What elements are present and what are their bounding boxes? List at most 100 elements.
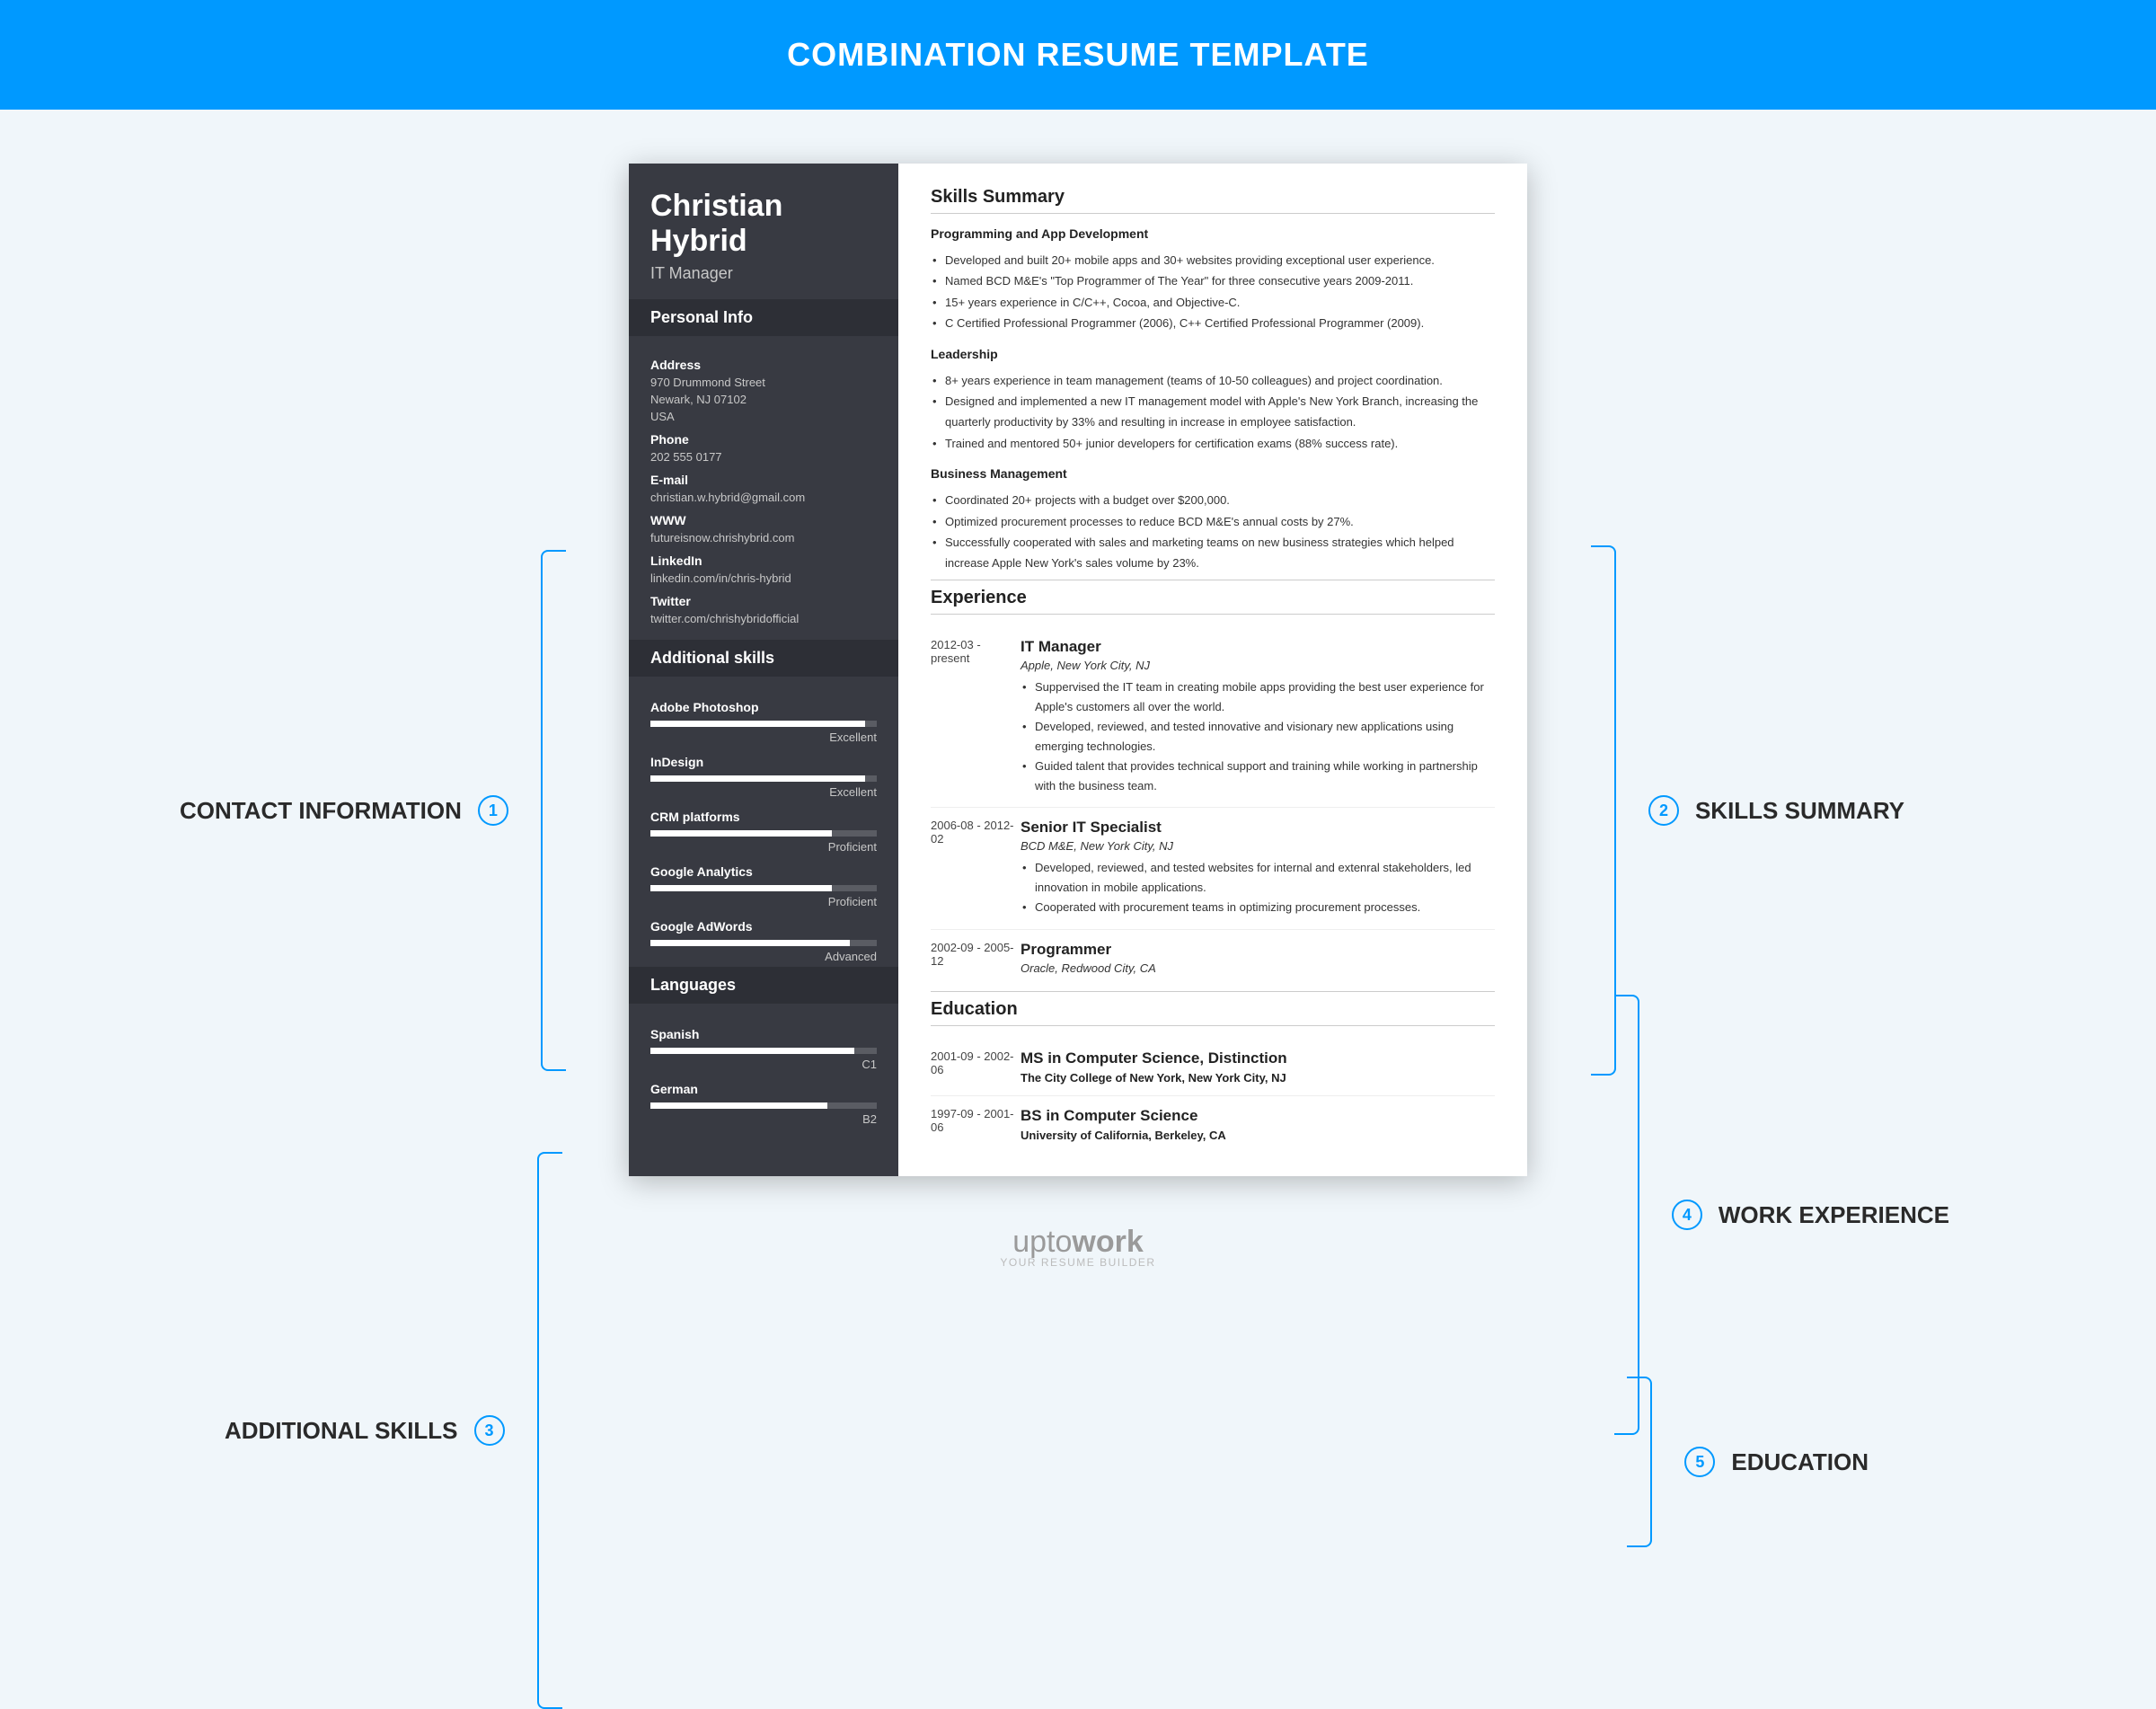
education-body: MS in Computer Science, Distinction The …	[1021, 1049, 1495, 1085]
address-label: Address	[650, 358, 877, 372]
education-heading: Education	[931, 991, 1495, 1026]
summary-bullet: Named BCD M&E's "Top Programmer of The Y…	[931, 270, 1495, 291]
experience-date: 2002-09 - 2005-12	[931, 941, 1021, 975]
annotation-education: EDUCATION 5	[1627, 1377, 1869, 1547]
skill-name: Google Analytics	[650, 864, 877, 879]
skill-row: Google AdWords Advanced	[650, 919, 877, 963]
skill-row: InDesign Excellent	[650, 755, 877, 799]
annotation-skillsum-label: SKILLS SUMMARY	[1695, 797, 1904, 825]
summary-group-title: Programming and App Development	[931, 226, 1495, 241]
summary-group-title: Business Management	[931, 466, 1495, 481]
education-row: 1997-09 - 2001-06 BS in Computer Science…	[931, 1096, 1495, 1153]
education-body: BS in Computer Science University of Cal…	[1021, 1107, 1495, 1142]
candidate-name: Christian Hybrid	[629, 164, 898, 264]
address-line1: 970 Drummond Street	[650, 376, 877, 389]
skill-row: Google Analytics Proficient	[650, 864, 877, 908]
twitter-value: twitter.com/chrishybridofficial	[650, 612, 877, 625]
address-line2: Newark, NJ 07102	[650, 393, 877, 406]
bracket-icon	[541, 550, 566, 1071]
skill-name: InDesign	[650, 755, 877, 769]
experience-company: Apple, New York City, NJ	[1021, 659, 1495, 672]
experience-bullets: Developed, reviewed, and tested websites…	[1021, 858, 1495, 917]
language-row: German B2	[650, 1082, 877, 1126]
experience-row: 2012-03 - present IT Manager Apple, New …	[931, 627, 1495, 809]
summary-bullet: Successfully cooperated with sales and m…	[931, 532, 1495, 574]
annotation-workexp-label: WORK EXPERIENCE	[1719, 1201, 1949, 1229]
skills-summary-block: Programming and App Development Developed…	[931, 226, 1495, 574]
www-label: WWW	[650, 513, 877, 527]
skill-level: Proficient	[650, 840, 877, 854]
experience-bullet: Suppervised the IT team in creating mobi…	[1021, 677, 1495, 717]
annotation-badge-1: 1	[478, 795, 508, 826]
personal-info-block: Address 970 Drummond Street Newark, NJ 0…	[629, 336, 898, 640]
experience-body: Programmer Oracle, Redwood City, CA	[1021, 941, 1495, 975]
footer-brand-part2: work	[1072, 1225, 1143, 1259]
resume-content: Skills Summary Programming and App Devel…	[898, 164, 1527, 1176]
linkedin-label: LinkedIn	[650, 553, 877, 568]
www-value: futureisnow.chrishybrid.com	[650, 531, 877, 545]
education-block: 2001-09 - 2002-06 MS in Computer Science…	[931, 1039, 1495, 1153]
page-header: COMBINATION RESUME TEMPLATE	[0, 0, 2156, 110]
language-bar	[650, 1102, 877, 1109]
additional-skills-heading: Additional skills	[629, 640, 898, 677]
summary-bullets: Developed and built 20+ mobile apps and …	[931, 250, 1495, 334]
experience-bullet: Cooperated with procurement teams in opt…	[1021, 898, 1495, 917]
bracket-icon	[1627, 1377, 1652, 1547]
twitter-label: Twitter	[650, 594, 877, 608]
candidate-title: IT Manager	[629, 264, 898, 299]
language-level: C1	[650, 1058, 877, 1071]
address-line3: USA	[650, 410, 877, 423]
skill-bar	[650, 940, 877, 946]
bracket-icon	[537, 1152, 562, 1709]
experience-bullet: Developed, reviewed, and tested websites…	[1021, 858, 1495, 898]
experience-bullet: Guided talent that provides technical su…	[1021, 757, 1495, 796]
phone-value: 202 555 0177	[650, 450, 877, 464]
annotation-contact-label: CONTACT INFORMATION	[180, 797, 462, 825]
summary-bullet: Coordinated 20+ projects with a budget o…	[931, 490, 1495, 510]
language-name: Spanish	[650, 1027, 877, 1041]
summary-bullets: 8+ years experience in team management (…	[931, 370, 1495, 455]
phone-label: Phone	[650, 432, 877, 447]
linkedin-value: linkedin.com/in/chris-hybrid	[650, 571, 877, 585]
resume-document: Christian Hybrid IT Manager Personal Inf…	[629, 164, 1527, 1176]
summary-bullet: C Certified Professional Programmer (200…	[931, 313, 1495, 333]
summary-bullet: Designed and implemented a new IT manage…	[931, 391, 1495, 433]
experience-bullets: Suppervised the IT team in creating mobi…	[1021, 677, 1495, 797]
summary-bullet: Optimized procurement processes to reduc…	[931, 511, 1495, 532]
skills-summary-heading: Skills Summary	[931, 187, 1495, 214]
summary-bullet: Developed and built 20+ mobile apps and …	[931, 250, 1495, 270]
annotation-badge-4: 4	[1672, 1200, 1702, 1230]
experience-company: BCD M&E, New York City, NJ	[1021, 839, 1495, 853]
personal-info-heading: Personal Info	[629, 299, 898, 336]
experience-bullet: Developed, reviewed, and tested innovati…	[1021, 717, 1495, 757]
page-title: COMBINATION RESUME TEMPLATE	[0, 36, 2156, 74]
language-level: B2	[650, 1112, 877, 1126]
skill-level: Advanced	[650, 950, 877, 963]
experience-heading: Experience	[931, 580, 1495, 615]
annotation-work-experience: WORK EXPERIENCE 4	[1614, 995, 1949, 1435]
skill-row: Adobe Photoshop Excellent	[650, 700, 877, 744]
skill-name: Adobe Photoshop	[650, 700, 877, 714]
education-date: 2001-09 - 2002-06	[931, 1049, 1021, 1085]
experience-block: 2012-03 - present IT Manager Apple, New …	[931, 627, 1495, 986]
skill-level: Excellent	[650, 785, 877, 799]
education-school: The City College of New York, New York C…	[1021, 1071, 1495, 1085]
languages-heading: Languages	[629, 967, 898, 1004]
experience-row: 2002-09 - 2005-12 Programmer Oracle, Red…	[931, 930, 1495, 986]
skill-bar	[650, 775, 877, 782]
summary-bullet: 8+ years experience in team management (…	[931, 370, 1495, 391]
skill-level: Proficient	[650, 895, 877, 908]
resume-sidebar: Christian Hybrid IT Manager Personal Inf…	[629, 164, 898, 1176]
annotation-badge-3: 3	[474, 1415, 505, 1446]
experience-date: 2012-03 - present	[931, 638, 1021, 797]
skill-name: Google AdWords	[650, 919, 877, 934]
summary-bullet: 15+ years experience in C/C++, Cocoa, an…	[931, 292, 1495, 313]
email-label: E-mail	[650, 473, 877, 487]
experience-body: IT Manager Apple, New York City, NJSuppe…	[1021, 638, 1495, 797]
annotation-addskills-label: ADDITIONAL SKILLS	[225, 1417, 458, 1445]
summary-bullets: Coordinated 20+ projects with a budget o…	[931, 490, 1495, 574]
languages-block: Spanish C1 German B2	[629, 1004, 898, 1129]
skill-row: CRM platforms Proficient	[650, 810, 877, 854]
experience-body: Senior IT Specialist BCD M&E, New York C…	[1021, 819, 1495, 917]
email-value: christian.w.hybrid@gmail.com	[650, 491, 877, 504]
